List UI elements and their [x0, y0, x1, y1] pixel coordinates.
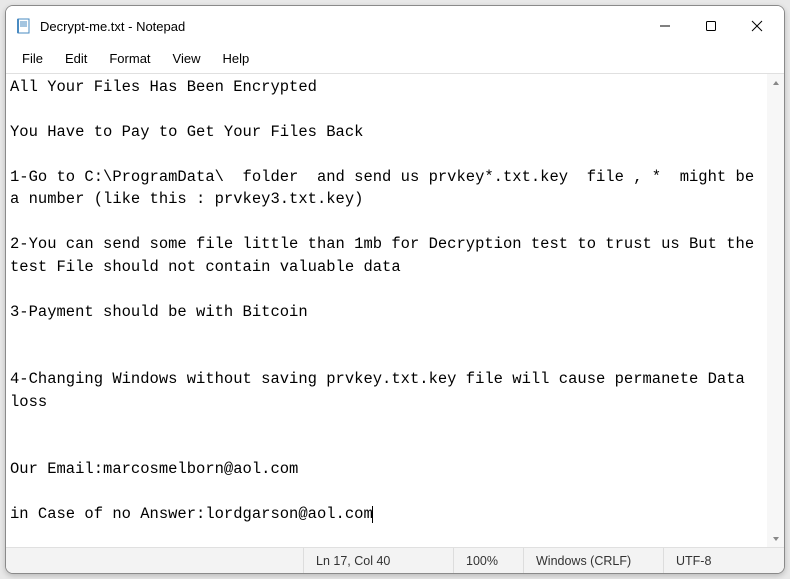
minimize-button[interactable]	[642, 6, 688, 46]
menu-edit[interactable]: Edit	[55, 48, 97, 69]
scroll-up-icon[interactable]	[767, 74, 784, 91]
status-spacer	[6, 548, 304, 573]
status-zoom: 100%	[454, 548, 524, 573]
notepad-window: Decrypt-me.txt - Notepad File Edit Forma…	[5, 5, 785, 574]
status-encoding: UTF-8	[664, 548, 784, 573]
content-wrapper: All Your Files Has Been Encrypted You Ha…	[6, 73, 784, 547]
maximize-button[interactable]	[688, 6, 734, 46]
status-line-ending: Windows (CRLF)	[524, 548, 664, 573]
menu-file[interactable]: File	[12, 48, 53, 69]
window-title: Decrypt-me.txt - Notepad	[40, 19, 642, 34]
notepad-app-icon	[16, 18, 32, 34]
menu-help[interactable]: Help	[212, 48, 259, 69]
close-button[interactable]	[734, 6, 780, 46]
vertical-scrollbar[interactable]	[767, 74, 784, 547]
text-editor[interactable]: All Your Files Has Been Encrypted You Ha…	[6, 74, 767, 547]
menubar: File Edit Format View Help	[6, 46, 784, 73]
scroll-down-icon[interactable]	[767, 530, 784, 547]
titlebar[interactable]: Decrypt-me.txt - Notepad	[6, 6, 784, 46]
statusbar: Ln 17, Col 40 100% Windows (CRLF) UTF-8	[6, 547, 784, 573]
menu-format[interactable]: Format	[99, 48, 160, 69]
menu-view[interactable]: View	[163, 48, 211, 69]
window-controls	[642, 6, 780, 46]
status-cursor-position: Ln 17, Col 40	[304, 548, 454, 573]
